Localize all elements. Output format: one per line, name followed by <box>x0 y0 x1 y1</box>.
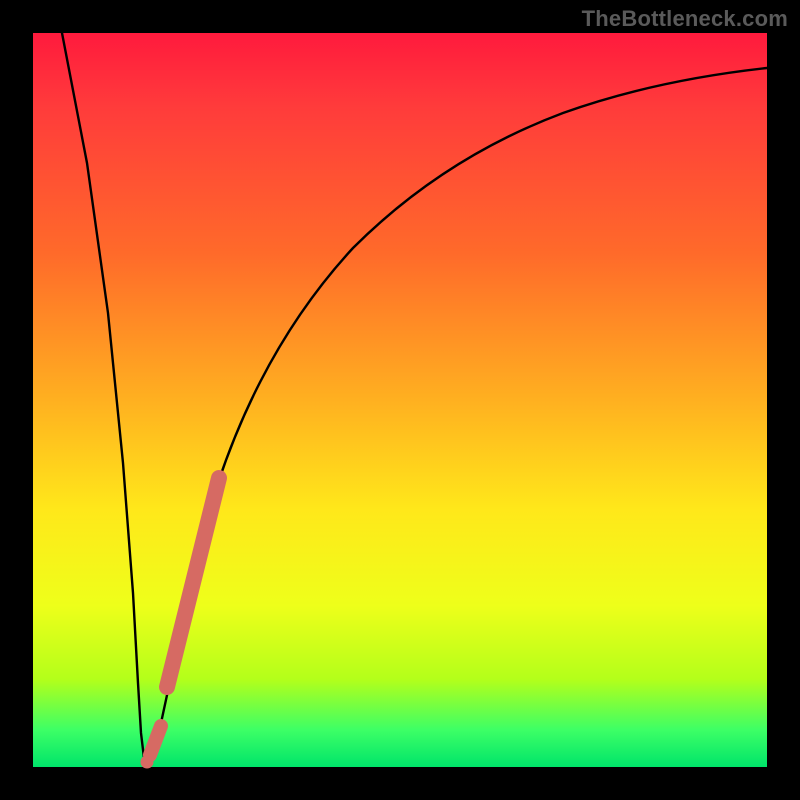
highlight-dot <box>141 756 154 769</box>
watermark-text: TheBottleneck.com <box>582 6 788 32</box>
chart-frame: TheBottleneck.com <box>0 0 800 800</box>
highlight-segment-lower <box>150 726 161 755</box>
highlight-segment-upper <box>167 478 219 687</box>
chart-svg <box>33 33 767 767</box>
plot-area <box>33 33 767 767</box>
